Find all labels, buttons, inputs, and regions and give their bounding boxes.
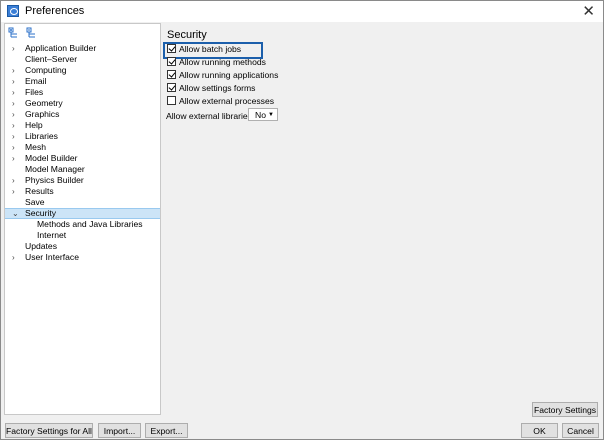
tree-item-label: Graphics — [25, 109, 60, 119]
tree-item-client-server[interactable]: Client–Server — [5, 54, 160, 65]
expand-all-icon[interactable] — [8, 27, 19, 38]
tree-item-model-manager[interactable]: Model Manager — [5, 164, 160, 175]
tree-item-physics-builder[interactable]: › Physics Builder — [5, 175, 160, 186]
tree-item-label: Help — [25, 120, 43, 130]
chevron-right-icon[interactable]: › — [12, 186, 20, 197]
tree-item-application-builder[interactable]: › Application Builder — [5, 43, 160, 54]
tree-item-mesh[interactable]: › Mesh — [5, 142, 160, 153]
chevron-right-icon[interactable]: › — [12, 98, 20, 109]
app-icon — [7, 5, 19, 17]
tree-item-updates[interactable]: Updates — [5, 241, 160, 252]
chevron-right-icon[interactable]: › — [12, 175, 20, 186]
close-icon[interactable]: ✕ — [582, 2, 595, 20]
tree-item-security[interactable]: ⌄ Security — [5, 208, 160, 219]
tree-item-label: Methods and Java Libraries — [37, 219, 143, 229]
title-bar: Preferences ✕ — [1, 1, 603, 22]
checkbox-checked-icon[interactable] — [167, 83, 176, 93]
select-value: No — [255, 110, 266, 120]
option-label: Allow running applications — [179, 70, 279, 80]
tree-item-files[interactable]: › Files — [5, 87, 160, 98]
allow-running-applications-checkbox[interactable]: Allow running applications — [167, 69, 278, 81]
allow-external-processes-checkbox[interactable]: Allow external processes — [167, 95, 274, 107]
ok-button[interactable]: OK — [521, 423, 558, 438]
tree-item-model-builder[interactable]: › Model Builder — [5, 153, 160, 164]
allow-settings-forms-checkbox[interactable]: Allow settings forms — [167, 82, 255, 94]
factory-settings-button[interactable]: Factory Settings — [532, 402, 598, 417]
export-button[interactable]: Export... — [145, 423, 188, 438]
option-label: Allow settings forms — [179, 83, 256, 93]
tree-item-label: Files — [25, 87, 44, 97]
tree-item-geometry[interactable]: › Geometry — [5, 98, 160, 109]
tree-item-label: Internet — [37, 230, 67, 240]
tree-item-internet[interactable]: Internet — [5, 230, 160, 241]
allow-running-methods-checkbox[interactable]: Allow running methods — [167, 56, 266, 68]
tree-item-label: Email — [25, 76, 47, 86]
preferences-window: Preferences ✕ › Application Builder Clien… — [0, 0, 604, 440]
tree-list: › Application Builder Client–Server › Comp… — [5, 43, 160, 263]
section-title: Security — [167, 29, 207, 41]
tree-item-label: Computing — [25, 65, 67, 75]
tree-item-label: User Interface — [25, 252, 79, 262]
cancel-button[interactable]: Cancel — [562, 423, 599, 438]
tree-item-label: Results — [25, 186, 54, 196]
option-label: Allow external processes — [179, 96, 275, 106]
tree-item-email[interactable]: › Email — [5, 76, 160, 87]
tree-item-label: Security — [25, 208, 57, 218]
import-button[interactable]: Import... — [98, 423, 141, 438]
chevron-right-icon[interactable]: › — [12, 87, 20, 98]
factory-settings-for-all-button[interactable]: Factory Settings for All — [5, 423, 93, 438]
checkbox-checked-icon[interactable] — [167, 44, 176, 54]
tree-item-save[interactable]: Save — [5, 197, 160, 208]
external-libraries-label: Allow external libraries: — [166, 111, 255, 121]
chevron-right-icon[interactable]: › — [12, 43, 20, 54]
tree-item-methods-and-java-libraries[interactable]: Methods and Java Libraries — [5, 219, 160, 230]
checkbox-checked-icon[interactable] — [167, 57, 176, 67]
chevron-right-icon[interactable]: › — [12, 153, 20, 164]
dropdown-arrow-icon[interactable]: ▼ — [268, 109, 274, 122]
tree-item-label: Updates — [25, 241, 58, 251]
tree-item-label: Model Manager — [25, 164, 85, 174]
checkbox-checked-icon[interactable] — [167, 70, 176, 80]
chevron-right-icon[interactable]: › — [12, 76, 20, 87]
tree-item-label: Libraries — [25, 131, 58, 141]
tree-item-computing[interactable]: › Computing — [5, 65, 160, 76]
allow-batch-jobs-checkbox[interactable]: Allow batch jobs — [167, 43, 241, 55]
chevron-right-icon[interactable]: › — [12, 142, 20, 153]
tree-panel: › Application Builder Client–Server › Comp… — [4, 23, 161, 415]
tree-toolbar — [8, 27, 41, 41]
tree-item-graphics[interactable]: › Graphics — [5, 109, 160, 120]
option-label: Allow running methods — [179, 57, 266, 67]
chevron-right-icon[interactable]: › — [12, 252, 20, 263]
tree-item-results[interactable]: › Results — [5, 186, 160, 197]
tree-item-label: Physics Builder — [25, 175, 84, 185]
tree-item-libraries[interactable]: › Libraries — [5, 131, 160, 142]
collapse-all-icon[interactable] — [26, 27, 37, 38]
chevron-right-icon[interactable]: › — [12, 109, 20, 120]
tree-item-label: Geometry — [25, 98, 63, 108]
tree-item-label: Application Builder — [25, 43, 97, 53]
tree-item-label: Client–Server — [25, 54, 78, 64]
window-title: Preferences — [25, 5, 85, 17]
tree-item-label: Model Builder — [25, 153, 78, 163]
chevron-right-icon[interactable]: › — [12, 65, 20, 76]
tree-item-user-interface[interactable]: › User Interface — [5, 252, 160, 263]
chevron-right-icon[interactable]: › — [12, 120, 20, 131]
external-libraries-select[interactable]: No ▼ — [248, 108, 278, 121]
tree-item-help[interactable]: › Help — [5, 120, 160, 131]
option-label: Allow batch jobs — [179, 44, 242, 54]
checkbox-unchecked-icon[interactable] — [167, 96, 176, 106]
tree-item-label: Mesh — [25, 142, 47, 152]
chevron-right-icon[interactable]: › — [12, 131, 20, 142]
tree-item-label: Save — [25, 197, 45, 207]
